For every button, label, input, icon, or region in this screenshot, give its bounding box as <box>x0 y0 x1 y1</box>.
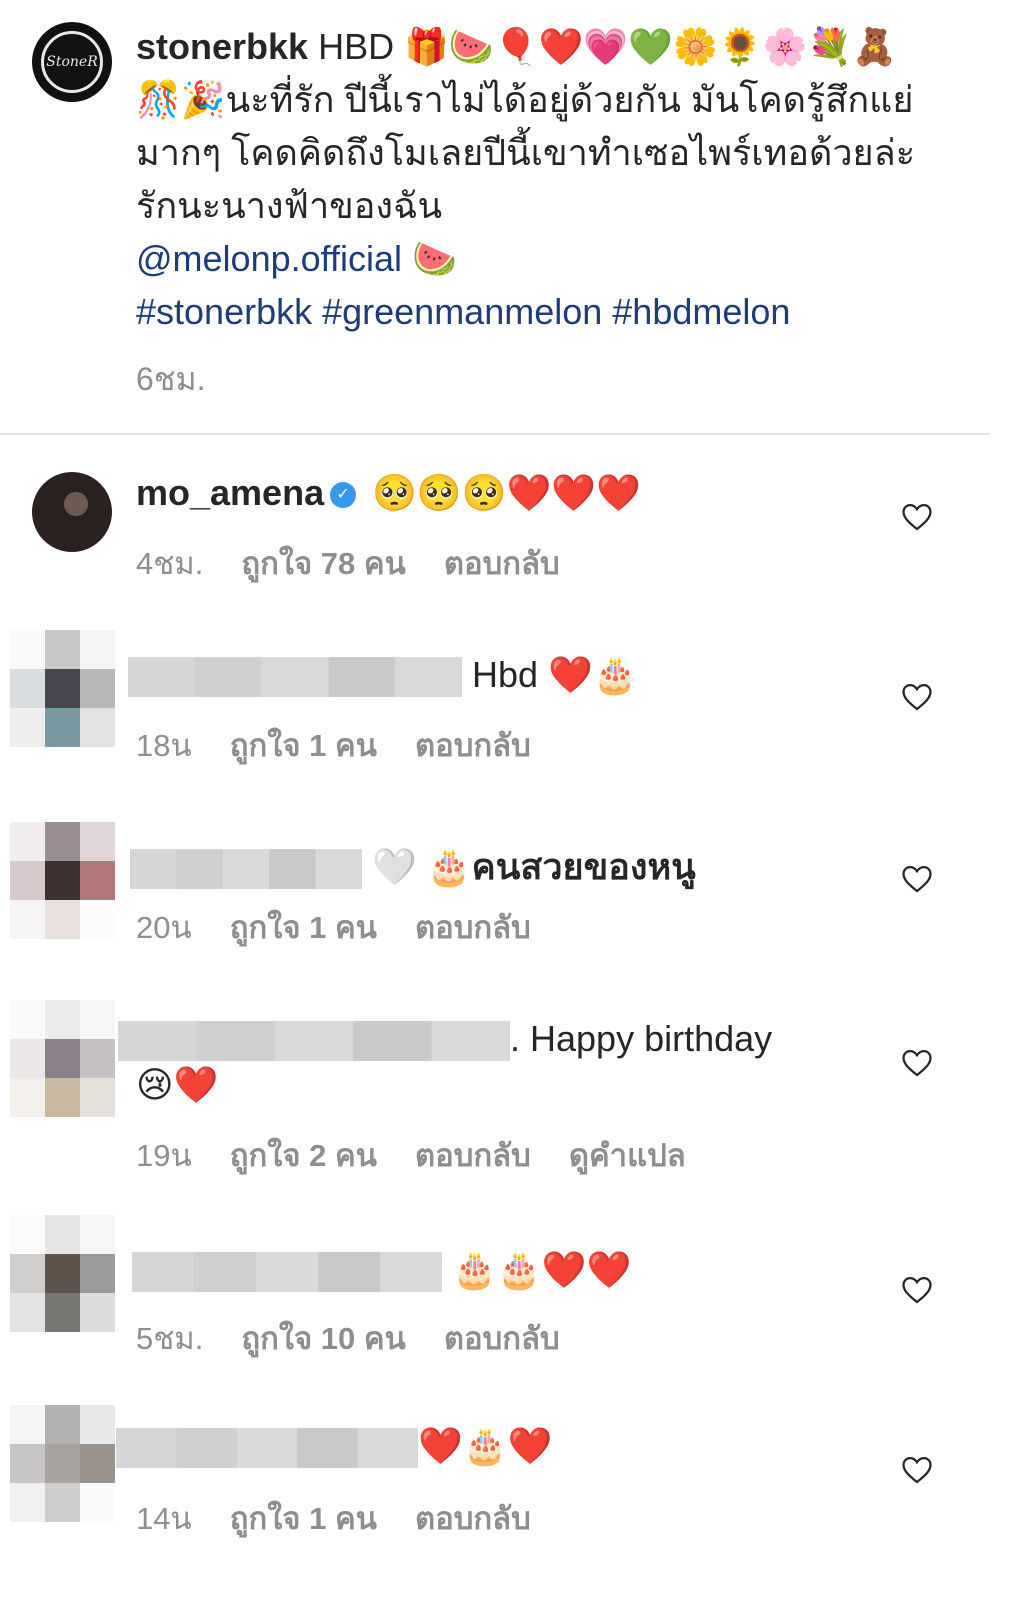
divider <box>0 433 990 435</box>
stonerbkk-avatar[interactable]: StoneR <box>32 22 112 102</box>
comment-meta: 14น ถูกใจ 1 คน ตอบกลับ <box>136 1493 569 1543</box>
comment-text-line: 🤍 🎂คนสวยของหนู <box>130 838 696 895</box>
comment-time: 19น <box>136 1138 192 1173</box>
comment-username[interactable]: mo_amena <box>136 472 324 513</box>
avatar[interactable] <box>10 1000 115 1117</box>
mention-link[interactable]: @melonp.official <box>136 238 402 279</box>
reply-button[interactable]: ตอบกลับ <box>415 1501 531 1536</box>
comment-text: ❤️🎂❤️ <box>418 1425 553 1466</box>
comment-text: . Happy birthday <box>510 1018 773 1059</box>
post-caption: StoneR stonerbkk HBD 🎁🍉🎈❤️💗💚🌼🌻🌸💐🧸🎊🎉นะที่… <box>0 0 1016 435</box>
comment-text-line: Hbd ❤️🎂 <box>128 654 638 698</box>
heart-outline-icon[interactable] <box>900 500 934 534</box>
reply-button[interactable]: ตอบกลับ <box>444 1321 560 1356</box>
comment-likes[interactable]: ถูกใจ 10 คน <box>241 1321 405 1356</box>
caption-text: stonerbkk HBD 🎁🍉🎈❤️💗💚🌼🌻🌸💐🧸🎊🎉นะที่รัก ปีน… <box>136 20 936 338</box>
reply-button[interactable]: ตอบกลับ <box>415 728 531 763</box>
comment-text-line: ❤️🎂❤️ <box>116 1425 553 1469</box>
avatar[interactable] <box>10 822 115 939</box>
comment-text: Hbd ❤️🎂 <box>472 654 638 695</box>
comment-time: 5ชม. <box>136 1321 204 1356</box>
comment-time: 4ชม. <box>136 546 204 581</box>
verified-badge-icon: ✓ <box>330 482 357 509</box>
heart-outline-icon[interactable] <box>900 1046 934 1080</box>
comment-text: 🥺🥺🥺❤️❤️❤️ <box>362 472 642 513</box>
comment-item: 🤍 🎂คนสวยของหนู 20น ถูกใจ 1 คน ตอบกลับ <box>0 822 1016 952</box>
reply-button[interactable]: ตอบกลับ <box>415 1138 531 1173</box>
avatar[interactable] <box>10 630 115 747</box>
comment-text-line: mo_amena ✓ 🥺🥺🥺❤️❤️❤️ <box>136 472 641 514</box>
caption-username[interactable]: stonerbkk <box>136 26 308 67</box>
reply-button[interactable]: ตอบกลับ <box>415 910 531 945</box>
comment-time: 18น <box>136 728 192 763</box>
heart-outline-icon[interactable] <box>900 1273 934 1307</box>
heart-outline-icon[interactable] <box>900 680 934 714</box>
comment-item: Hbd ❤️🎂 18น ถูกใจ 1 คน ตอบกลับ <box>0 630 1016 763</box>
comment-meta: 18น ถูกใจ 1 คน ตอบกลับ <box>136 720 569 770</box>
heart-outline-icon[interactable] <box>900 1453 934 1487</box>
blurred-username[interactable] <box>130 849 362 890</box>
comment-text: 🤍 🎂คนสวยของหนู <box>372 846 696 887</box>
avatar-logo: StoneR <box>41 31 103 93</box>
comment-meta: 4ชม. ถูกใจ 78 คน ตอบกลับ <box>136 538 598 588</box>
comment-likes[interactable]: ถูกใจ 1 คน <box>230 910 377 945</box>
comment-likes[interactable]: ถูกใจ 1 คน <box>230 1501 377 1536</box>
heart-outline-icon[interactable] <box>900 862 934 896</box>
avatar[interactable] <box>10 1405 115 1522</box>
comment-meta: 5ชม. ถูกใจ 10 คน ตอบกลับ <box>136 1313 598 1363</box>
blurred-username[interactable] <box>128 657 462 698</box>
comment-text-line-2: 😢❤️ <box>136 1064 219 1105</box>
comment-meta: 20น ถูกใจ 1 คน ตอบกลับ <box>136 902 569 952</box>
blurred-username[interactable] <box>116 1428 418 1469</box>
comment-text-line: . Happy birthday <box>118 1018 773 1062</box>
comment-time: 20น <box>136 910 192 945</box>
comment-likes[interactable]: ถูกใจ 1 คน <box>230 728 377 763</box>
comment-likes[interactable]: ถูกใจ 2 คน <box>230 1138 377 1173</box>
mention-emoji: 🍉 <box>402 238 457 279</box>
reply-button[interactable]: ตอบกลับ <box>444 546 560 581</box>
comment-item: ❤️🎂❤️ 14น ถูกใจ 1 คน ตอบกลับ <box>0 1405 1016 1555</box>
caption-time: 6ชม. <box>136 361 206 397</box>
comment-time: 14น <box>136 1501 192 1536</box>
comment-item: . Happy birthday 😢❤️ 19น ถูกใจ 2 คน ตอบกลั… <box>0 1000 1016 1190</box>
blurred-username[interactable] <box>118 1021 510 1062</box>
comment-likes[interactable]: ถูกใจ 78 คน <box>241 546 405 581</box>
hashtags-link[interactable]: #stonerbkk #greenmanmelon #hbdmelon <box>136 291 790 332</box>
comment-text-line: 🎂🎂❤️❤️ <box>132 1249 632 1293</box>
comment-item: 🎂🎂❤️❤️ 5ชม. ถูกใจ 10 คน ตอบกลับ <box>0 1215 1016 1365</box>
avatar[interactable] <box>10 1215 115 1332</box>
comment-item: mo_amena ✓ 🥺🥺🥺❤️❤️❤️ 4ชม. ถูกใจ 78 คน ตอบกล… <box>0 470 1016 610</box>
see-translation-button[interactable]: ดูคำแปล <box>569 1138 686 1173</box>
comment-text: 🎂🎂❤️❤️ <box>452 1249 632 1290</box>
avatar[interactable] <box>32 472 112 552</box>
blurred-username[interactable] <box>132 1252 442 1293</box>
comment-meta: 19น ถูกใจ 2 คน ตอบกลับ ดูคำแปล <box>136 1130 724 1180</box>
